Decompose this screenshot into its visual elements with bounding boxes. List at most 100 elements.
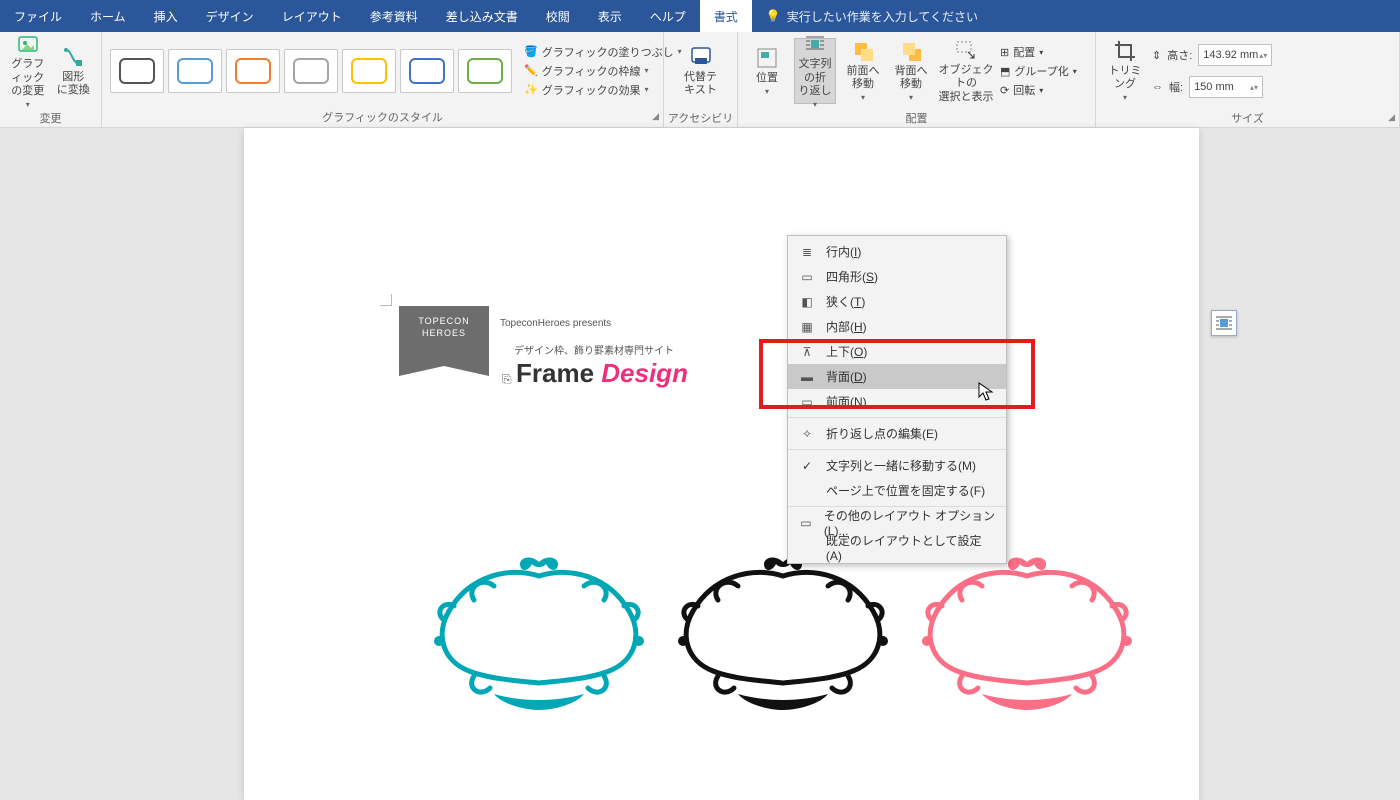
menu-wrap-d[interactable]: ▬背面(D) <box>788 364 1006 389</box>
menu-wrap-n[interactable]: ▭前面(N) <box>788 389 1006 414</box>
tell-me-placeholder: 実行したい作業を入力してください <box>787 8 978 25</box>
ribbon-tabbar: ファイル ホーム 挿入 デザイン レイアウト 参考資料 差し込み文書 校閲 表示… <box>0 0 1400 32</box>
wrap-text-icon <box>1215 314 1233 332</box>
tab-home[interactable]: ホーム <box>76 0 140 32</box>
menu-wrap-i[interactable]: ≣行内(I) <box>788 239 1006 264</box>
align-button[interactable]: ⊞配置▾ <box>1000 44 1077 60</box>
page[interactable]: TOPECON HEROES TopeconHeroes presents デザ… <box>244 128 1199 800</box>
rotate-button[interactable]: ⟳回転▾ <box>1000 82 1077 98</box>
wrap-option-icon: ≣ <box>798 245 816 259</box>
position-button[interactable]: 位置 ▾ <box>746 38 788 104</box>
tab-mailings[interactable]: 差し込み文書 <box>432 0 532 32</box>
tab-layout[interactable]: レイアウト <box>268 0 356 32</box>
style-thumb-0[interactable] <box>110 49 164 93</box>
group-styles-label: グラフィックのスタイル <box>322 112 443 124</box>
style-thumb-6[interactable] <box>458 49 512 93</box>
tab-review[interactable]: 校閲 <box>532 0 584 32</box>
menu-wrap-o[interactable]: ⊼上下(O) <box>788 339 1006 364</box>
lightbulb-icon: 💡 <box>766 9 781 23</box>
effects-button[interactable]: ✨ グラフィックの効果 ▾ <box>524 82 682 98</box>
wrap-option-icon: ▬ <box>798 370 816 384</box>
size-launcher[interactable]: ◢ <box>1388 112 1395 123</box>
bring-forward-button[interactable]: 前面へ 移動 ▾ <box>842 38 884 104</box>
check-icon: ✓ <box>798 459 816 473</box>
refresh-picture-icon <box>16 32 40 56</box>
wrap-option-icon: ◧ <box>798 295 816 309</box>
width-label: 幅: <box>1169 79 1183 95</box>
menu-set-default-layout[interactable]: 既定のレイアウトとして設定(A) <box>788 535 1006 560</box>
chevron-down-icon: ▾ <box>813 100 817 110</box>
wrap-option-icon: ▦ <box>798 320 816 334</box>
crop-button[interactable]: トリミング ▾ <box>1104 38 1146 104</box>
decorative-frames <box>424 556 1142 716</box>
menu-separator <box>788 449 1006 450</box>
group-change-label: 変更 <box>0 110 101 127</box>
selection-pane-button[interactable]: オブジェクトの 選択と表示 <box>938 38 994 104</box>
wrap-option-icon: ▭ <box>798 270 816 284</box>
convert-to-shape-button[interactable]: 図形 に変換 <box>54 38 94 104</box>
tab-format[interactable]: 書式 <box>700 0 752 32</box>
chevron-down-icon: ▾ <box>1123 93 1127 103</box>
styles-launcher[interactable]: ◢ <box>652 111 659 122</box>
tab-view[interactable]: 表示 <box>584 0 636 32</box>
group-button[interactable]: ⬒グループ化▾ <box>1000 63 1077 79</box>
menu-fix-on-page[interactable]: ページ上で位置を固定する(F) <box>788 478 1006 503</box>
chevron-down-icon: ▾ <box>861 93 865 103</box>
effects-icon: ✨ <box>524 83 538 96</box>
menu-move-with-text[interactable]: ✓文字列と一緒に移動する(M) <box>788 453 1006 478</box>
ornament-frame-2 <box>912 556 1142 716</box>
wrap-option-icon: ▭ <box>798 395 816 409</box>
chevron-down-icon: ▾ <box>909 93 913 103</box>
style-thumb-3[interactable] <box>284 49 338 93</box>
convert-to-shape-label: 図形 に変換 <box>57 71 90 97</box>
tab-help[interactable]: ヘルプ <box>636 0 700 32</box>
tell-me-search[interactable]: 💡 実行したい作業を入力してください <box>752 0 978 32</box>
menu-wrap-h[interactable]: ▦内部(H) <box>788 314 1006 339</box>
chevron-down-icon: ▾ <box>1039 48 1043 57</box>
ornament-frame-1 <box>668 556 898 716</box>
menu-wrap-s[interactable]: ▭四角形(S) <box>788 264 1006 289</box>
style-thumb-2[interactable] <box>226 49 280 93</box>
tab-file[interactable]: ファイル <box>0 0 76 32</box>
chevron-down-icon: ▾ <box>644 66 648 75</box>
tab-references[interactable]: 参考資料 <box>356 0 432 32</box>
tab-insert[interactable]: 挿入 <box>140 0 192 32</box>
document-area: TOPECON HEROES TopeconHeroes presents デザ… <box>0 128 1400 800</box>
change-graphic-button[interactable]: グラフィック の変更 ▾ <box>8 38 48 104</box>
width-input[interactable]: 150 mm▴▾ <box>1189 76 1263 98</box>
convert-shape-icon <box>61 45 85 69</box>
align-icon: ⊞ <box>1000 46 1009 59</box>
chevron-down-icon: ▾ <box>644 85 648 94</box>
fill-button[interactable]: 🪣 グラフィックの塗りつぶし ▾ <box>524 44 682 60</box>
ornament-frame-0 <box>424 556 654 716</box>
pen-icon: ✏️ <box>524 64 538 77</box>
group-icon: ⬒ <box>1000 65 1010 78</box>
wrap-text-icon <box>803 32 827 56</box>
group-accessibility: 代替テ キスト アクセシビリティ <box>664 32 738 127</box>
bucket-icon: 🪣 <box>524 45 538 58</box>
alt-text-button[interactable]: 代替テ キスト <box>680 38 722 104</box>
style-thumb-5[interactable] <box>400 49 454 93</box>
send-backward-button[interactable]: 背面へ 移動 ▾ <box>890 38 932 104</box>
layout-options-badge[interactable] <box>1211 310 1237 336</box>
height-label: 高さ: <box>1167 47 1192 63</box>
change-graphic-label: グラフィック の変更 <box>8 58 48 98</box>
width-icon: ⇔ <box>1152 81 1163 93</box>
style-thumb-4[interactable] <box>342 49 396 93</box>
menu-edit-wrap-points[interactable]: ✧折り返し点の編集(E) <box>788 421 1006 446</box>
tab-design[interactable]: デザイン <box>192 0 268 32</box>
wrap-text-button[interactable]: 文字列の折 り返し ▾ <box>794 38 836 104</box>
wrap-option-icon: ⊼ <box>798 345 816 359</box>
height-input[interactable]: 143.92 mm▴▾ <box>1198 44 1272 66</box>
spinner-icon[interactable]: ▴▾ <box>1259 51 1267 60</box>
anchor-icon: ⎘ <box>502 372 512 387</box>
selection-pane-icon <box>954 38 978 62</box>
chevron-down-icon: ▾ <box>1073 67 1077 76</box>
menu-wrap-t[interactable]: ◧狭く(T) <box>788 289 1006 314</box>
group-styles: 🪣 グラフィックの塗りつぶし ▾ ✏️ グラフィックの枠線 ▾ ✨ グラフィック… <box>102 32 664 127</box>
outline-button[interactable]: ✏️ グラフィックの枠線 ▾ <box>524 63 682 79</box>
spinner-icon[interactable]: ▴▾ <box>1250 83 1258 92</box>
group-accessibility-label: アクセシビリティ <box>664 110 737 128</box>
style-thumb-1[interactable] <box>168 49 222 93</box>
chevron-down-icon: ▾ <box>1039 86 1043 95</box>
